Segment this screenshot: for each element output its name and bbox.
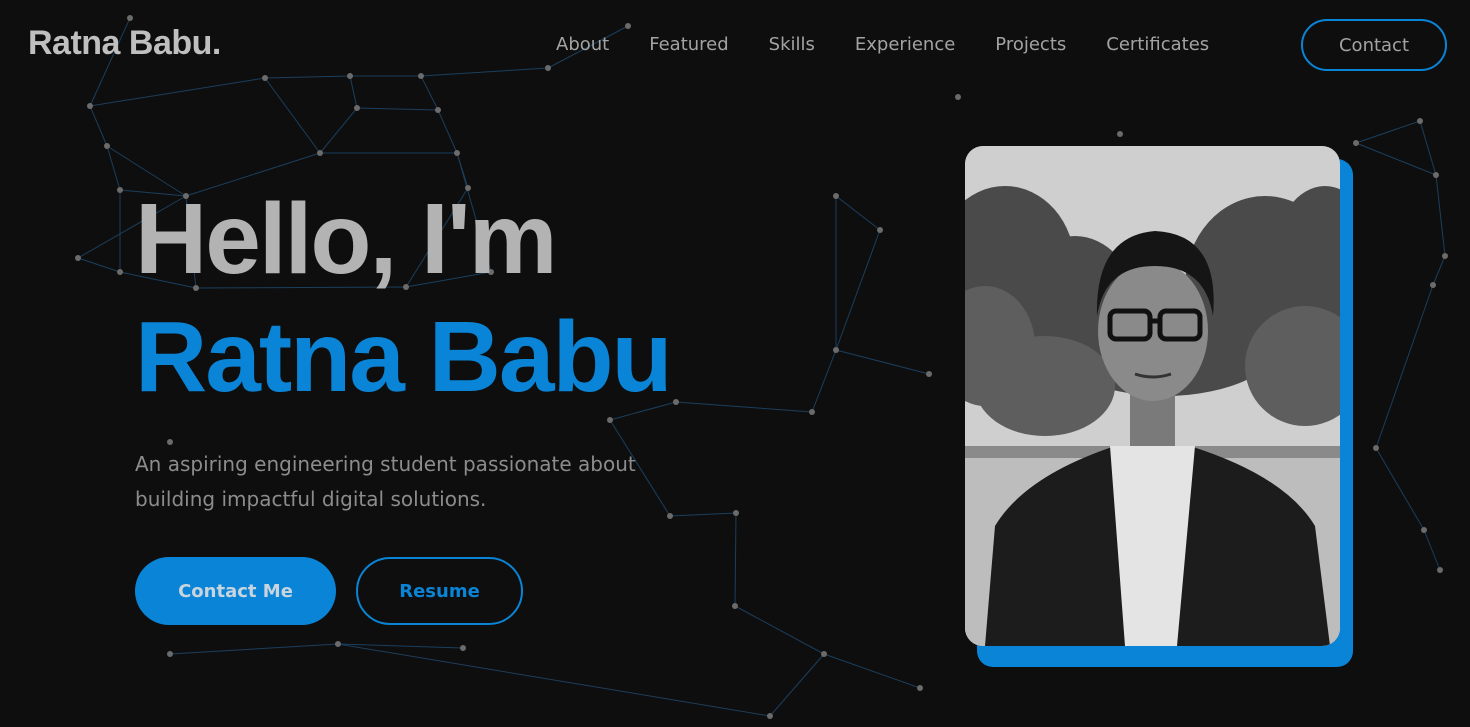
network-node [1117,131,1123,137]
network-node [1430,282,1436,288]
network-node [833,347,839,353]
main-nav: About Featured Skills Experience Project… [556,30,1249,60]
network-link [835,229,881,351]
network-node [87,103,93,109]
network-node [117,187,123,193]
network-link [734,512,737,607]
network-link [420,67,549,77]
network-node [104,143,110,149]
network-link [420,75,439,111]
hero-name: Ratna Babu [135,301,673,413]
network-node [809,409,815,415]
network-node [833,193,839,199]
network-node [1373,445,1379,451]
network-link [337,643,771,717]
network-link [319,107,358,154]
site-logo[interactable]: Ratna Babu. [28,24,221,63]
hero-greeting: Hello, I'm [135,183,558,295]
network-node [625,23,631,29]
network-node [454,150,460,156]
nav-link-featured[interactable]: Featured [649,30,728,60]
network-node [167,651,173,657]
tagline-line-2: building impactful digital solutions. [135,487,487,511]
nav-link-skills[interactable]: Skills [769,30,815,60]
network-node [167,439,173,445]
network-link [264,77,321,154]
network-link [437,109,458,154]
profile-photo-illustration [965,146,1340,646]
network-link [89,105,108,147]
nav-link-certificates[interactable]: Certificates [1106,30,1209,60]
network-node [767,713,773,719]
network-node [317,150,323,156]
network-node [335,641,341,647]
network-link [734,605,825,655]
network-node [732,603,738,609]
network-link [823,653,921,689]
network-link [1355,120,1421,144]
network-link [769,653,825,717]
network-link [811,349,837,413]
network-link [1432,255,1446,286]
network-node [75,255,81,261]
network-link [1375,284,1434,449]
network-node [117,269,123,275]
network-link [1435,174,1446,257]
network-link [77,257,121,273]
contact-me-button[interactable]: Contact Me [135,557,336,625]
network-link [1375,447,1425,531]
network-link [349,75,358,109]
network-node [673,399,679,405]
network-node [418,73,424,79]
nav-link-projects[interactable]: Projects [995,30,1066,60]
network-link [1419,120,1437,176]
hero-tagline: An aspiring engineering student passiona… [135,447,735,517]
network-node [354,105,360,111]
network-link [675,401,813,413]
network-node [1433,172,1439,178]
network-link [1423,529,1441,571]
network-link [169,643,339,655]
network-node [1353,140,1359,146]
network-link [835,349,930,375]
network-link [356,107,439,111]
network-node [347,73,353,79]
network-node [1442,253,1448,259]
nav-link-experience[interactable]: Experience [855,30,955,60]
network-node [877,227,883,233]
network-link [835,195,881,231]
profile-photo [965,146,1340,646]
network-node [262,75,268,81]
network-node [1421,527,1427,533]
network-link [1355,142,1437,176]
network-node [1417,118,1423,124]
tagline-line-1: An aspiring engineering student passiona… [135,452,636,476]
network-node [955,94,961,100]
network-node [1437,567,1443,573]
network-node [435,107,441,113]
network-node [926,371,932,377]
network-node [607,417,613,423]
network-node [127,15,133,21]
network-node [545,65,551,71]
network-node [821,651,827,657]
network-link [89,77,266,107]
resume-button[interactable]: Resume [356,557,523,625]
network-node [460,645,466,651]
nav-link-about[interactable]: About [556,30,609,60]
nav-contact-button[interactable]: Contact [1301,19,1447,71]
network-link [264,75,351,79]
network-node [917,685,923,691]
